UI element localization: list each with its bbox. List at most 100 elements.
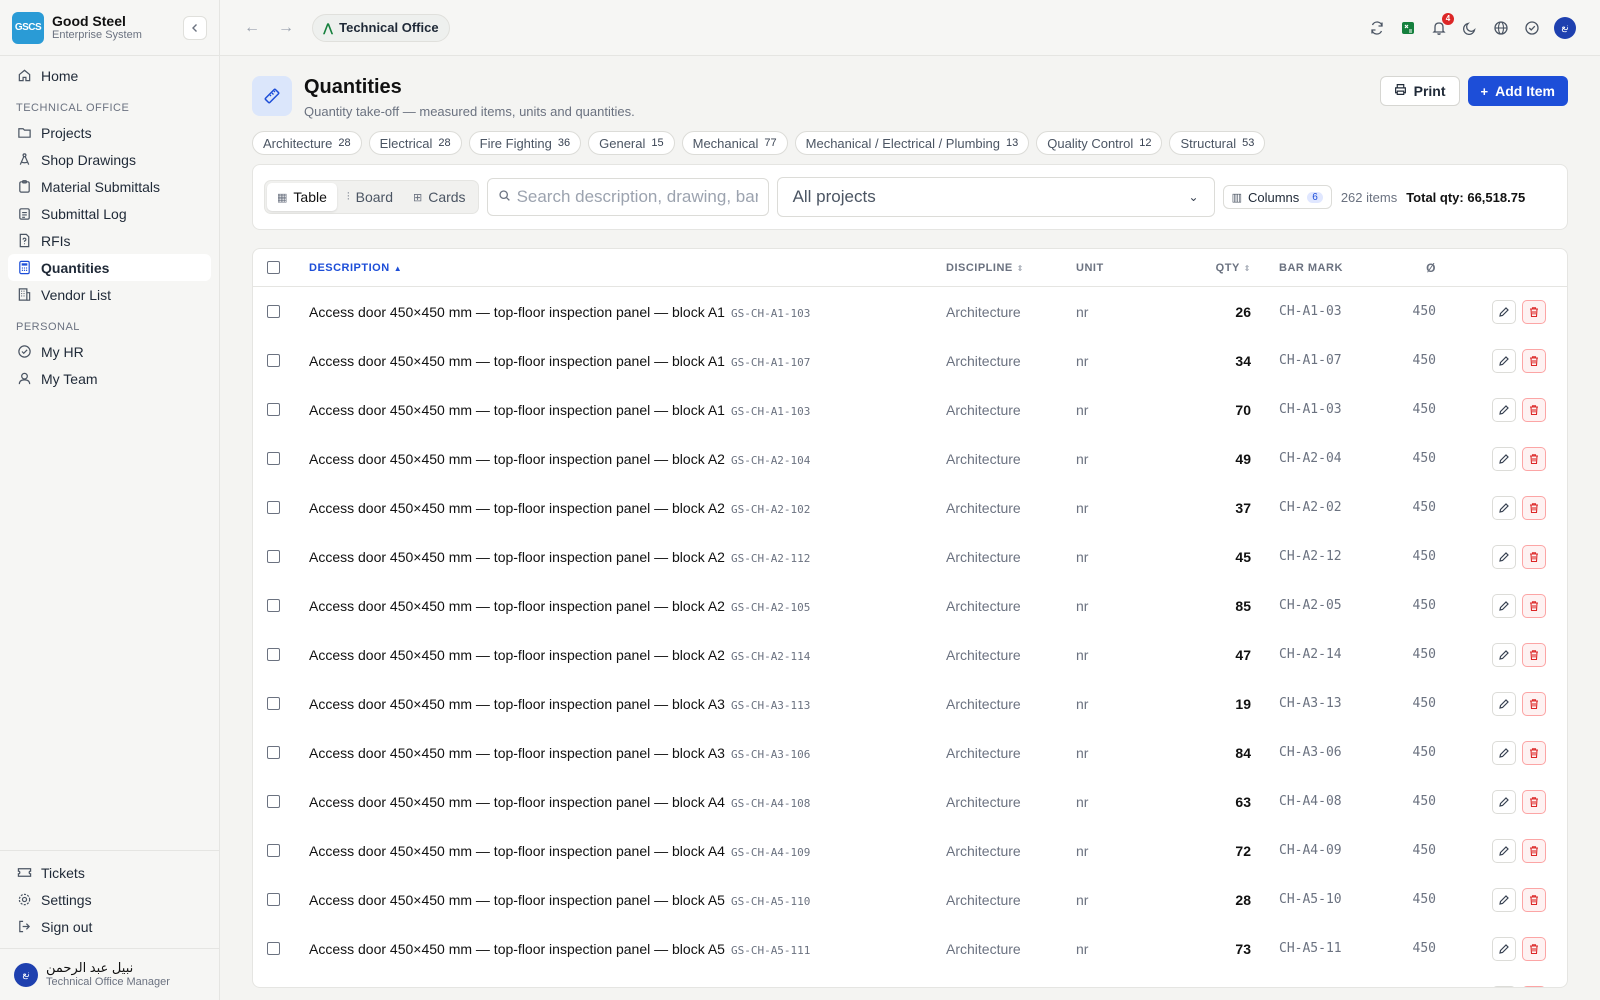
column-header-description[interactable]: DESCRIPTION ▲ <box>309 262 946 274</box>
chip-mep[interactable]: Mechanical / Electrical / Plumbing 13 <box>794 131 1030 155</box>
print-button[interactable]: Print <box>1379 76 1460 106</box>
column-header-diameter[interactable]: Ø <box>1386 261 1436 275</box>
check-circle-icon[interactable] <box>1523 19 1541 37</box>
table-row[interactable]: Access door 450×450 mm — top-floor inspe… <box>253 679 1567 728</box>
chip-electrical[interactable]: Electrical 28 <box>368 131 462 155</box>
chip-architecture[interactable]: Architecture 28 <box>252 131 362 155</box>
row-checkbox[interactable] <box>267 354 280 367</box>
row-checkbox[interactable] <box>267 648 280 661</box>
row-checkbox[interactable] <box>267 305 280 318</box>
edit-button[interactable] <box>1492 642 1516 667</box>
edit-button[interactable] <box>1492 985 1516 987</box>
chip-general[interactable]: General 15 <box>588 131 675 155</box>
delete-button[interactable] <box>1522 740 1546 765</box>
table-row[interactable]: Access door 450×450 mm — top-floor inspe… <box>253 826 1567 875</box>
nav-item-my-team[interactable]: My Team <box>8 365 211 392</box>
table-row[interactable]: Access door 450×450 mm — top-floor inspe… <box>253 728 1567 777</box>
chip-structural[interactable]: Structural 53 <box>1169 131 1266 155</box>
breadcrumb[interactable]: ⋀ Technical Office <box>312 13 450 42</box>
bell-icon[interactable]: 4 <box>1430 12 1454 37</box>
edit-button[interactable] <box>1492 691 1516 716</box>
row-checkbox[interactable] <box>267 550 280 563</box>
row-checkbox[interactable] <box>267 746 280 759</box>
edit-button[interactable] <box>1492 544 1516 569</box>
table-row[interactable]: Access door 450×450 mm — top-floor inspe… <box>253 973 1567 987</box>
edit-button[interactable] <box>1492 887 1516 912</box>
column-header-qty[interactable]: QTY ⇕ <box>1176 262 1251 274</box>
row-checkbox[interactable] <box>267 501 280 514</box>
edit-button[interactable] <box>1492 838 1516 863</box>
moon-icon[interactable] <box>1461 19 1479 37</box>
refresh-icon[interactable] <box>1368 19 1386 37</box>
column-header-discipline[interactable]: DISCIPLINE ⇕ <box>946 262 1076 274</box>
row-checkbox[interactable] <box>267 893 280 906</box>
view-board-button[interactable]: ⫶ Board <box>337 183 403 211</box>
edit-button[interactable] <box>1492 299 1516 324</box>
nav-item-projects[interactable]: Projects <box>8 119 211 146</box>
spreadsheet-icon[interactable] <box>1399 19 1417 37</box>
user-profile[interactable]: نع نبيل عبد الرحمن Technical Office Mana… <box>0 948 219 1000</box>
globe-icon[interactable] <box>1492 19 1510 37</box>
delete-button[interactable] <box>1522 642 1546 667</box>
project-select[interactable]: All projects ⌄ <box>776 177 1215 217</box>
delete-button[interactable] <box>1522 397 1546 422</box>
column-header-bar-mark[interactable]: BAR MARK <box>1251 262 1386 274</box>
delete-button[interactable] <box>1522 348 1546 373</box>
back-arrow-icon[interactable]: ← <box>244 19 260 37</box>
select-all-checkbox[interactable] <box>267 261 280 274</box>
table-row[interactable]: Access door 450×450 mm — top-floor inspe… <box>253 924 1567 973</box>
add-item-button[interactable]: + Add Item <box>1467 76 1568 106</box>
row-checkbox[interactable] <box>267 942 280 955</box>
nav-item-home[interactable]: Home <box>8 62 211 89</box>
column-header-unit[interactable]: UNIT <box>1076 262 1176 274</box>
chip-mechanical[interactable]: Mechanical 77 <box>681 131 788 155</box>
nav-item-sign-out[interactable]: Sign out <box>8 913 211 940</box>
delete-button[interactable] <box>1522 299 1546 324</box>
delete-button[interactable] <box>1522 985 1546 987</box>
row-checkbox[interactable] <box>267 697 280 710</box>
delete-button[interactable] <box>1522 495 1546 520</box>
edit-button[interactable] <box>1492 740 1516 765</box>
table-row[interactable]: Access door 450×450 mm — top-floor inspe… <box>253 483 1567 532</box>
user-avatar[interactable]: نع <box>1554 16 1576 39</box>
edit-button[interactable] <box>1492 446 1516 471</box>
delete-button[interactable] <box>1522 789 1546 814</box>
nav-item-submittal-log[interactable]: Submittal Log <box>8 200 211 227</box>
columns-button[interactable]: ▥ Columns 6 <box>1222 185 1332 209</box>
delete-button[interactable] <box>1522 446 1546 471</box>
nav-item-quantities[interactable]: Quantities <box>8 254 211 281</box>
row-checkbox[interactable] <box>267 795 280 808</box>
chip-fire-fighting[interactable]: Fire Fighting 36 <box>468 131 582 155</box>
edit-button[interactable] <box>1492 348 1516 373</box>
forward-arrow-icon[interactable]: → <box>278 19 294 37</box>
collapse-sidebar-button[interactable] <box>183 15 207 40</box>
nav-item-settings[interactable]: Settings <box>8 886 211 913</box>
chip-quality-control[interactable]: Quality Control 12 <box>1036 131 1163 155</box>
delete-button[interactable] <box>1522 691 1546 716</box>
edit-button[interactable] <box>1492 789 1516 814</box>
table-row[interactable]: Access door 450×450 mm — top-floor inspe… <box>253 777 1567 826</box>
search-input[interactable] <box>516 187 758 207</box>
delete-button[interactable] <box>1522 544 1546 569</box>
edit-button[interactable] <box>1492 593 1516 618</box>
table-row[interactable]: Access door 450×450 mm — top-floor inspe… <box>253 630 1567 679</box>
row-checkbox[interactable] <box>267 599 280 612</box>
table-row[interactable]: Access door 450×450 mm — top-floor inspe… <box>253 532 1567 581</box>
delete-button[interactable] <box>1522 838 1546 863</box>
delete-button[interactable] <box>1522 593 1546 618</box>
delete-button[interactable] <box>1522 936 1546 961</box>
nav-item-my-hr[interactable]: My HR <box>8 338 211 365</box>
table-row[interactable]: Access door 450×450 mm — top-floor inspe… <box>253 434 1567 483</box>
nav-item-vendor-list[interactable]: Vendor List <box>8 281 211 308</box>
view-cards-button[interactable]: ⊞ Cards <box>403 183 476 211</box>
edit-button[interactable] <box>1492 936 1516 961</box>
view-table-button[interactable]: ▦ Table <box>267 183 337 211</box>
edit-button[interactable] <box>1492 397 1516 422</box>
table-row[interactable]: Access door 450×450 mm — top-floor inspe… <box>253 287 1567 336</box>
delete-button[interactable] <box>1522 887 1546 912</box>
nav-item-rfis[interactable]: RFIs <box>8 227 211 254</box>
table-row[interactable]: Access door 450×450 mm — top-floor inspe… <box>253 336 1567 385</box>
nav-item-material-submittals[interactable]: Material Submittals <box>8 173 211 200</box>
row-checkbox[interactable] <box>267 403 280 416</box>
row-checkbox[interactable] <box>267 452 280 465</box>
